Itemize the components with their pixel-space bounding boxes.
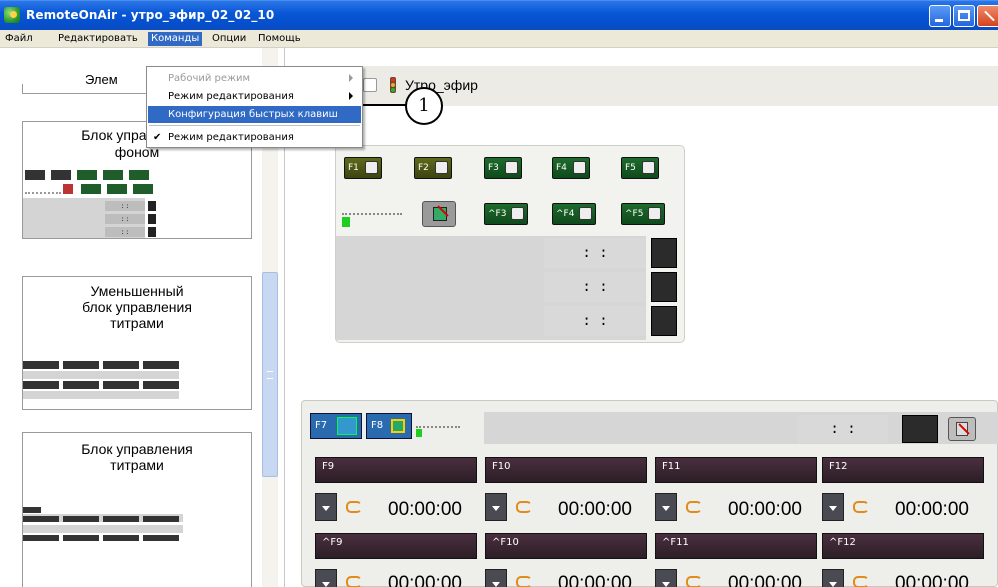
chevron-down-icon[interactable] [822,493,844,521]
traffic-light-icon [390,77,396,93]
title-key-ctrl-f11[interactable]: ^F11 [655,533,817,559]
commands-menu: Рабочий режим Режим редактирования Конфи… [146,66,363,148]
loop-icon[interactable] [685,574,703,587]
loop-icon[interactable] [852,499,870,513]
title-timer: 00:00:00 [895,573,969,587]
title-timer: 00:00:00 [728,573,802,587]
titles-status-indicator [902,415,938,443]
title-bar: RemoteOnAir - утро_эфир_02_02_10 [0,0,998,30]
menu-file[interactable]: Файл [2,32,36,46]
menu-bar: Файл Редактировать Команды Опции Помощь [0,30,998,48]
status-indicator [651,306,677,336]
remoteonair-window: RemoteOnAir - утро_эфир_02_02_10 Файл Ре… [0,0,998,587]
key-button-f2[interactable]: F2 [414,157,452,179]
title-key-f12[interactable]: F12 [822,457,984,483]
callout-marker: 1 [405,87,443,125]
card-reduced-titles-control[interactable]: Уменьшенный блок управления титрами [22,276,252,410]
menu-item-edit-mode-toggle[interactable]: ✔ Режим редактирования [148,129,361,146]
loop-icon[interactable] [345,499,363,513]
chevron-down-icon[interactable] [655,493,677,521]
card-title-line: титрами [110,457,164,473]
loop-icon[interactable] [852,574,870,587]
card-title-line: Уменьшенный [90,283,184,299]
status-indicator [651,238,677,268]
preview-icon [63,184,73,194]
titles-time-display: : : [798,415,888,443]
stop-all-button[interactable] [422,201,456,227]
menu-commands[interactable]: Команды [148,32,203,46]
chevron-down-icon[interactable] [485,569,507,587]
key-button-f5[interactable]: F5 [621,157,659,179]
time-display: : : [544,238,646,268]
menu-options[interactable]: Опции [209,32,249,46]
status-indicator [651,272,677,302]
title-timer: 00:00:00 [895,499,969,520]
app-icon [4,7,20,23]
card-titles-control[interactable]: Блок управления титрами [22,432,252,587]
loop-icon[interactable] [345,574,363,587]
time-display: : : [544,272,646,302]
window-title: RemoteOnAir - утро_эфир_02_02_10 [26,8,275,22]
time-display: : : [544,306,646,336]
minimize-button[interactable] [929,5,951,27]
title-key-ctrl-f9[interactable]: ^F9 [315,533,477,559]
preview-time: : : [105,201,145,211]
chevron-down-icon[interactable] [485,493,507,521]
key-button-f3[interactable]: F3 [484,157,522,179]
titles-volume-slider[interactable] [416,415,466,439]
title-timer: 00:00:00 [728,499,802,520]
title-key-ctrl-f10[interactable]: ^F10 [485,533,647,559]
preview-time: : : [105,214,145,224]
key-button-f1[interactable]: F1 [344,157,382,179]
chevron-down-icon[interactable] [315,493,337,521]
title-timer: 00:00:00 [558,573,632,587]
close-button[interactable] [977,5,998,27]
loop-icon[interactable] [515,574,533,587]
preview-slider [25,184,61,194]
card-title-line: Блок управления [81,441,193,457]
title-timer: 00:00:00 [388,573,462,587]
title-key-f9[interactable]: F9 [315,457,477,483]
panel-scrollbar-thumb[interactable] [262,272,278,477]
key-button-f8[interactable]: F8 [366,413,412,439]
menu-item-work-mode: Рабочий режим [148,70,361,87]
key-button-f7[interactable]: F7 [310,413,362,439]
check-icon: ✔ [153,132,162,143]
key-button-ctrl-f5[interactable]: ^F5 [621,203,665,225]
preview-buttons-row [23,170,163,184]
title-timer: 00:00:00 [558,499,632,520]
key-button-ctrl-f4[interactable]: ^F4 [552,203,596,225]
titles-control-block: F7 F8 : : F9 F10 F11 F12 00:00:00 00:00:… [301,400,998,587]
key-button-ctrl-f3[interactable]: ^F3 [484,203,528,225]
menu-item-hotkey-config[interactable]: Конфигурация быстрых клавиш [148,106,361,123]
background-control-block: F1 F2 F3 F4 F5 ^F3 ^F4 ^F5 : : : : : : [335,145,685,343]
preview-title-buttons [23,361,179,399]
maximize-button[interactable] [953,5,975,27]
callout-line [363,104,407,106]
title-key-f11[interactable]: F11 [655,457,817,483]
loop-icon[interactable] [515,499,533,513]
tab-button[interactable] [363,78,377,92]
menu-edit[interactable]: Редактировать [55,32,141,46]
title-key-f10[interactable]: F10 [485,457,647,483]
loop-icon[interactable] [685,499,703,513]
card-title-line: блок управления [82,299,192,315]
preview-titles-grid [23,507,183,543]
titles-clear-button[interactable] [948,417,976,441]
title-timer: 00:00:00 [388,499,462,520]
title-key-ctrl-f12[interactable]: ^F12 [822,533,984,559]
chevron-down-icon[interactable] [315,569,337,587]
volume-slider[interactable] [342,201,410,227]
preview-time: : : [105,227,145,237]
menu-help[interactable]: Помощь [255,32,304,46]
card-title-line: титрами [110,315,164,331]
key-button-f4[interactable]: F4 [552,157,590,179]
chevron-down-icon[interactable] [655,569,677,587]
menu-item-edit-mode-sub[interactable]: Режим редактирования [148,88,361,105]
menu-separator [149,125,360,126]
chevron-down-icon[interactable] [822,569,844,587]
